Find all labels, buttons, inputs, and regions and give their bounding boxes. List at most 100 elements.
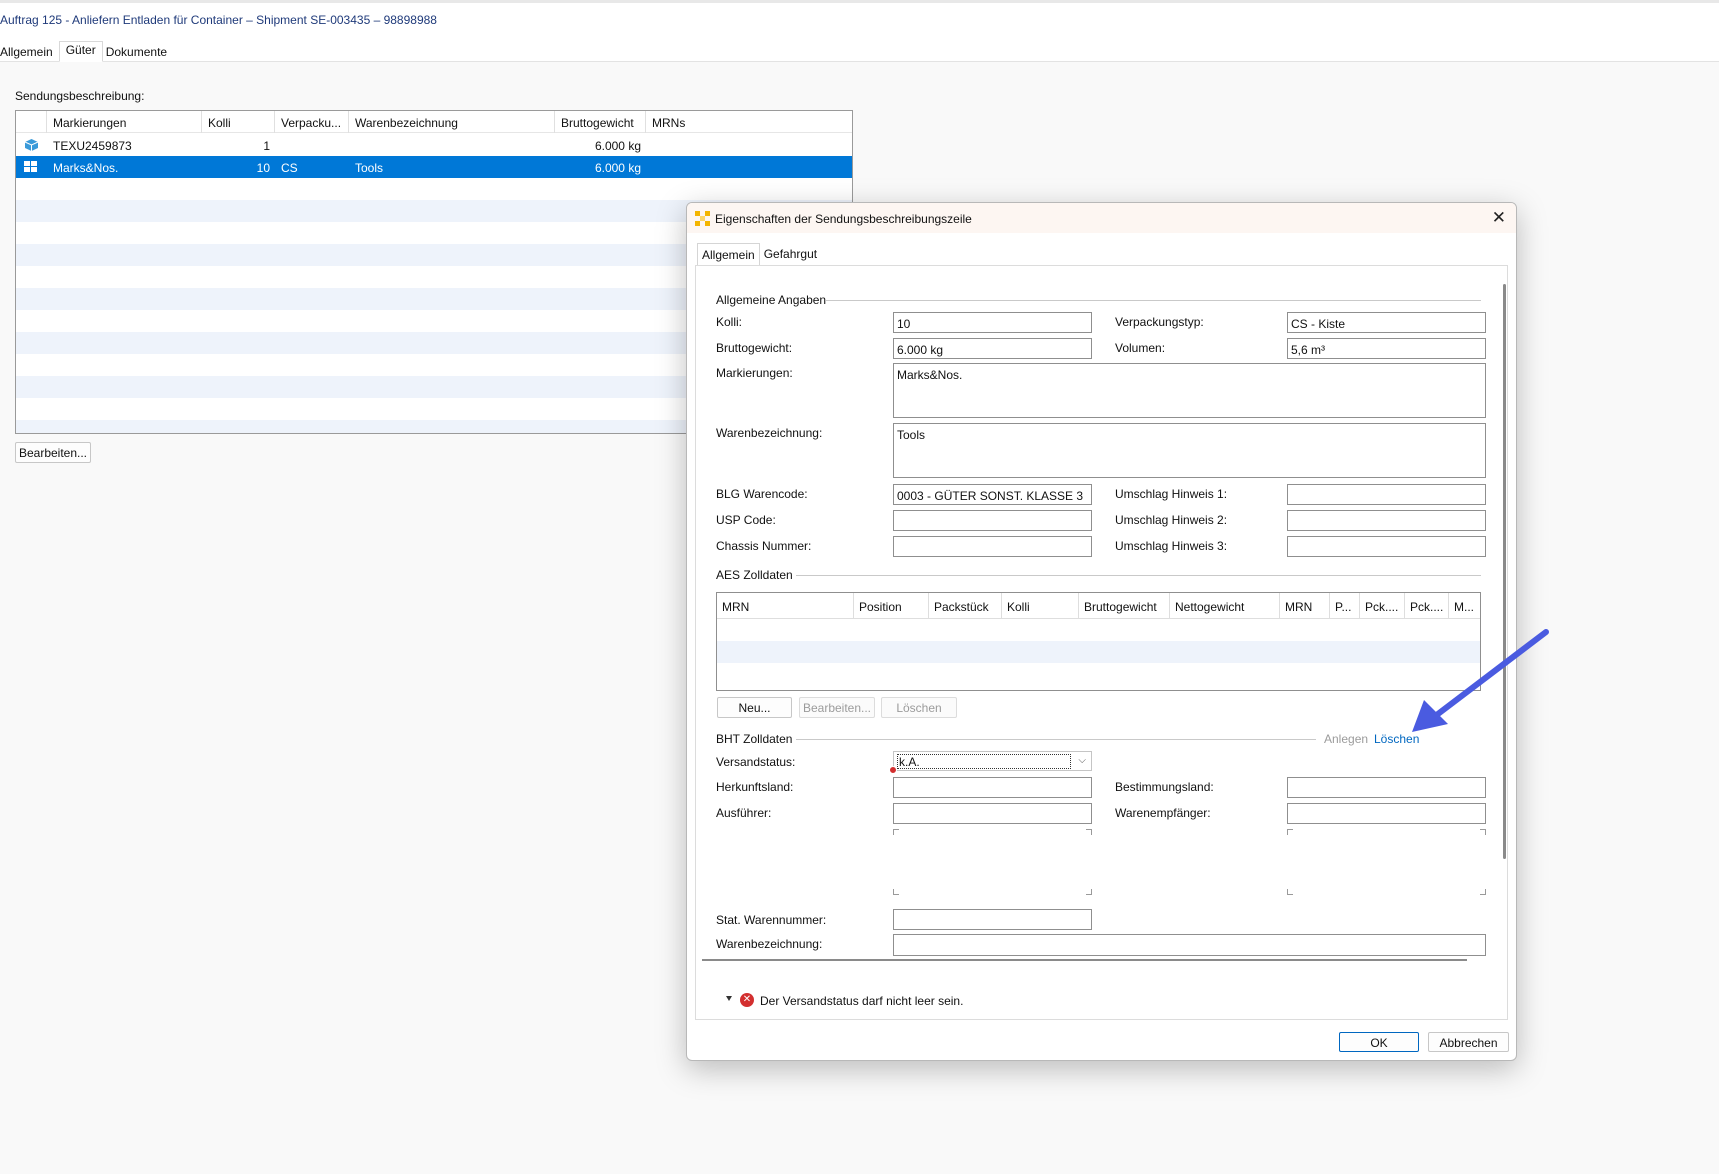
main-window-header: Auftrag 125 - Anliefern Entladen für Con… <box>0 0 1719 62</box>
col-verpackung[interactable]: Verpacku... <box>275 111 349 133</box>
edit-button[interactable]: Bearbeiten... <box>15 442 91 463</box>
warenbezeichnung-textarea[interactable]: Tools <box>893 423 1486 478</box>
tab-allgemein[interactable]: Allgemein <box>697 243 760 266</box>
aes-col-position[interactable]: Position <box>854 593 929 619</box>
bruttogewicht-input[interactable]: 6.000 kg <box>893 338 1092 359</box>
warenempfaenger-label: Warenempfänger: <box>1115 806 1211 820</box>
aes-col-m[interactable]: M... <box>1449 593 1480 619</box>
aes-grid[interactable]: MRN Position Packstück Kolli Bruttogewic… <box>716 592 1481 691</box>
verpackungstyp-input[interactable]: CS - Kiste <box>1287 312 1486 333</box>
umschlag-hinweis-3-input[interactable] <box>1287 536 1486 557</box>
umschlag-hinweis-3-label: Umschlag Hinweis 3: <box>1115 539 1228 553</box>
versandstatus-label: Versandstatus: <box>716 755 796 769</box>
cancel-button[interactable]: Abbrechen <box>1428 1032 1509 1052</box>
corner-marker <box>893 889 899 895</box>
umschlag-hinweis-1-label: Umschlag Hinweis 1: <box>1115 487 1228 501</box>
bht-create-link[interactable]: Anlegen <box>1324 732 1368 746</box>
markierungen-textarea[interactable]: Marks&Nos. <box>893 363 1486 418</box>
herkunftsland-input[interactable] <box>893 777 1092 798</box>
umschlag-hinweis-2-input[interactable] <box>1287 510 1486 531</box>
markierungen-label: Markierungen: <box>716 366 793 380</box>
tab-gueter[interactable]: Güter <box>58 41 103 62</box>
bestimmungsland-label: Bestimmungsland: <box>1115 780 1214 794</box>
error-indicator-icon <box>889 766 897 774</box>
tab-gefahrgut[interactable]: Gefahrgut <box>760 243 821 265</box>
chassis-nummer-input[interactable] <box>893 536 1092 557</box>
usp-code-input[interactable] <box>893 510 1092 531</box>
shipment-description-label: Sendungsbeschreibung: <box>15 89 145 103</box>
dialog-tabs: Allgemein Gefahrgut <box>697 243 821 266</box>
aes-delete-button[interactable]: Löschen <box>881 697 957 718</box>
aes-col-packstueck[interactable]: Packstück <box>929 593 1002 619</box>
row-kolli: 1 <box>263 139 270 153</box>
row-verpackung <box>275 134 349 156</box>
row-markierungen: TEXU2459873 <box>53 139 132 153</box>
caret-down-icon[interactable] <box>726 996 732 1001</box>
row-verpackung: CS <box>281 161 298 175</box>
volumen-input[interactable]: 5,6 m³ <box>1287 338 1486 359</box>
kolli-input[interactable]: 10 <box>893 312 1092 333</box>
row-markierungen: Marks&Nos. <box>53 161 119 175</box>
aes-col-bruttogewicht[interactable]: Bruttogewicht <box>1079 593 1170 619</box>
aes-col-kolli[interactable]: Kolli <box>1002 593 1079 619</box>
annotation-arrow-icon <box>1412 629 1549 732</box>
bestimmungsland-input[interactable] <box>1287 777 1486 798</box>
blg-warencode-label: BLG Warencode: <box>716 487 808 501</box>
table-row-selected[interactable]: Marks&Nos. 10 CS Tools 6.000 kg <box>16 156 852 178</box>
horizontal-scrollbar[interactable] <box>702 959 1467 961</box>
col-warenbezeichnung[interactable]: Warenbezeichnung <box>349 111 555 133</box>
aes-col-pck2[interactable]: Pck.... <box>1405 593 1449 619</box>
herkunftsland-label: Herkunftsland: <box>716 780 794 794</box>
chevron-down-icon[interactable]: ⌵ <box>1078 755 1086 766</box>
vertical-scrollbar[interactable] <box>1503 284 1506 859</box>
col-markierungen[interactable]: Markierungen <box>47 111 202 133</box>
row-kolli: 10 <box>256 161 270 175</box>
col-kolli[interactable]: Kolli <box>202 111 275 133</box>
aes-col-nettogewicht[interactable]: Nettogewicht <box>1170 593 1280 619</box>
umschlag-hinweis-2-label: Umschlag Hinweis 2: <box>1115 513 1228 527</box>
grid-header-icon-col <box>16 111 47 133</box>
row-bruttogewicht: 6.000 kg <box>594 161 641 175</box>
bht-warenbezeichnung-label: Warenbezeichnung: <box>716 937 823 951</box>
stat-warennummer-input[interactable] <box>893 909 1092 930</box>
tab-allgemein[interactable]: Allgemein <box>0 43 59 62</box>
section-aes: AES Zolldaten <box>716 568 793 582</box>
ausfuehrer-label: Ausführer: <box>716 806 772 820</box>
ausfuehrer-input[interactable] <box>893 803 1092 824</box>
tab-dokumente[interactable]: Dokumente <box>103 43 173 62</box>
error-icon: ✕ <box>740 993 754 1007</box>
row-mrns <box>646 134 852 156</box>
close-icon[interactable]: ✕ <box>1492 208 1506 228</box>
table-row[interactable]: TEXU2459873 1 6.000 kg <box>16 134 852 156</box>
blg-warencode-input[interactable]: 0003 - GÜTER SONST. KLASSE 3 <box>893 484 1092 505</box>
usp-code-label: USP Code: <box>716 513 776 527</box>
umschlag-hinweis-1-input[interactable] <box>1287 484 1486 505</box>
versandstatus-value: k.A. <box>897 754 1071 769</box>
kolli-label: Kolli: <box>716 315 743 329</box>
dialog-title: Eigenschaften der Sendungsbeschreibungsz… <box>715 212 972 226</box>
section-divider <box>796 575 1481 576</box>
aes-col-pck1[interactable]: Pck.... <box>1360 593 1405 619</box>
aes-col-p[interactable]: P... <box>1330 593 1360 619</box>
dialog-panel: Allgemeine Angaben Kolli: 10 Verpackungs… <box>695 265 1508 1020</box>
verpackungstyp-label: Verpackungstyp: <box>1115 315 1204 329</box>
aes-col-mrn[interactable]: MRN <box>717 593 854 619</box>
validation-message: Der Versandstatus darf nicht leer sein. <box>760 994 964 1008</box>
versandstatus-select[interactable]: k.A. ⌵ <box>893 751 1092 771</box>
warenbezeichnung-label: Warenbezeichnung: <box>716 426 823 440</box>
warenempfaenger-input[interactable] <box>1287 803 1486 824</box>
validation-summary: ✕ Der Versandstatus darf nicht leer sein… <box>696 966 1507 1019</box>
col-mrns[interactable]: MRNs <box>646 111 852 133</box>
aes-edit-button[interactable]: Bearbeiten... <box>799 697 875 718</box>
aes-empty-row <box>717 641 1480 663</box>
container-icon <box>16 134 47 156</box>
window-title: Auftrag 125 - Anliefern Entladen für Con… <box>0 13 437 27</box>
aes-new-button[interactable]: Neu... <box>717 697 792 718</box>
bruttogewicht-label: Bruttogewicht: <box>716 341 793 355</box>
col-bruttogewicht[interactable]: Bruttogewicht <box>555 111 646 133</box>
aes-col-mrn2[interactable]: MRN <box>1280 593 1330 619</box>
ok-button[interactable]: OK <box>1339 1032 1419 1052</box>
bht-warenbezeichnung-input[interactable] <box>893 934 1486 956</box>
corner-marker <box>1480 829 1486 835</box>
corner-marker <box>1086 829 1092 835</box>
